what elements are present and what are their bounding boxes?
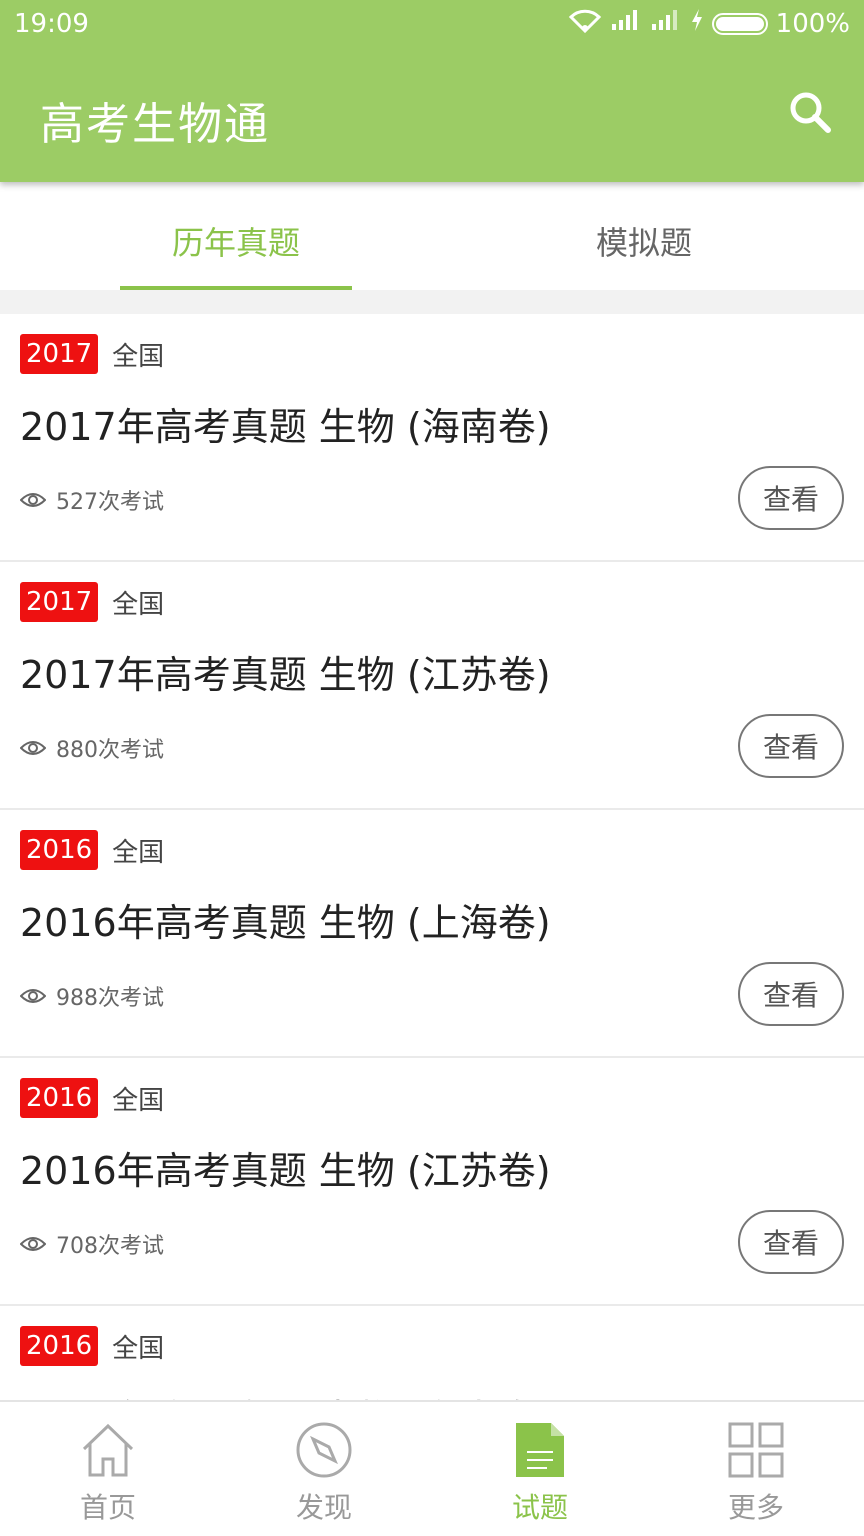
view-button[interactable]: 查看 (738, 466, 844, 530)
year-badge: 2016 (20, 1078, 99, 1118)
nav-label: 首页 (79, 1491, 136, 1524)
year-badge: 2017 (20, 334, 99, 374)
list-item[interactable]: 2016 全国 2016年高考真题 生物 (江苏卷) 708次考试 查看 (0, 1058, 864, 1306)
region-label: 全国 (112, 1085, 165, 1116)
tab-mock-exams[interactable]: 模拟题 (432, 182, 864, 290)
view-count: 708次考试 (56, 1234, 164, 1259)
tab-bar: 历年真题 模拟题 (0, 182, 864, 290)
view-button[interactable]: 查看 (738, 1210, 844, 1274)
view-count: 527次考试 (56, 490, 164, 515)
nav-home[interactable]: 首页 (0, 1402, 216, 1536)
list-item[interactable]: 2017 全国 2017年高考真题 生物 (江苏卷) 880次考试 查看 (0, 562, 864, 810)
exam-title: 2017年高考真题 生物 (海南卷) (20, 405, 551, 449)
list-item[interactable]: 2017 全国 2017年高考真题 生物 (海南卷) 527次考试 查看 (0, 314, 864, 562)
exam-title: 2016年高考真题 生物 (海南卷) (20, 1388, 551, 1400)
view-count: 988次考试 (56, 986, 164, 1011)
eye-icon (20, 739, 46, 757)
signal-icon-2 (650, 8, 682, 39)
status-icons: 100% (568, 7, 850, 40)
search-button[interactable] (786, 90, 834, 138)
charging-icon (690, 8, 704, 39)
eye-icon (20, 987, 46, 1005)
region-label: 全国 (112, 589, 165, 620)
region-label: 全国 (112, 341, 165, 372)
divider (0, 290, 864, 314)
tab-label: 历年真题 (171, 224, 300, 262)
grid-icon (726, 1420, 786, 1480)
exam-title: 2016年高考真题 生物 (江苏卷) (20, 1149, 551, 1193)
compass-icon (294, 1420, 354, 1480)
wifi-icon (568, 7, 602, 40)
list-item[interactable]: 2016 全国 2016年高考真题 生物 (海南卷) (0, 1306, 864, 1400)
nav-exams[interactable]: 试题 (432, 1402, 648, 1536)
nav-more[interactable]: 更多 (648, 1402, 864, 1536)
status-bar: 19:09 100% (0, 0, 864, 50)
view-button[interactable]: 查看 (738, 714, 844, 778)
battery-icon (711, 12, 768, 35)
signal-icon (610, 8, 642, 39)
status-time: 19:09 (14, 9, 89, 39)
battery-percent: 100% (775, 8, 850, 39)
region-label: 全国 (112, 1333, 165, 1364)
exam-title: 2016年高考真题 生物 (上海卷) (20, 901, 551, 945)
year-badge: 2016 (20, 830, 99, 870)
nav-label: 发现 (295, 1491, 352, 1524)
region-label: 全国 (112, 837, 165, 868)
list-item[interactable]: 2016 全国 2016年高考真题 生物 (上海卷) 988次考试 查看 (0, 810, 864, 1058)
exam-list[interactable]: 2017 全国 2017年高考真题 生物 (海南卷) 527次考试 查看 201… (0, 314, 864, 1400)
home-icon (78, 1420, 138, 1480)
document-icon (510, 1420, 570, 1480)
search-icon (788, 90, 832, 138)
eye-icon (20, 1235, 46, 1253)
view-count: 880次考试 (56, 738, 164, 763)
nav-label: 试题 (511, 1491, 568, 1524)
nav-discover[interactable]: 发现 (216, 1402, 432, 1536)
nav-label: 更多 (727, 1491, 784, 1524)
app-title: 高考生物通 (40, 99, 270, 150)
view-button[interactable]: 查看 (738, 962, 844, 1026)
tab-past-exams[interactable]: 历年真题 (0, 182, 432, 290)
year-badge: 2017 (20, 582, 99, 622)
year-badge: 2016 (20, 1326, 99, 1366)
exam-title: 2017年高考真题 生物 (江苏卷) (20, 653, 551, 697)
tab-label: 模拟题 (595, 224, 692, 262)
app-bar: 19:09 100% 高考生物通 (0, 0, 864, 182)
bottom-nav: 首页 发现 试题 更多 (0, 1400, 864, 1536)
eye-icon (20, 491, 46, 509)
